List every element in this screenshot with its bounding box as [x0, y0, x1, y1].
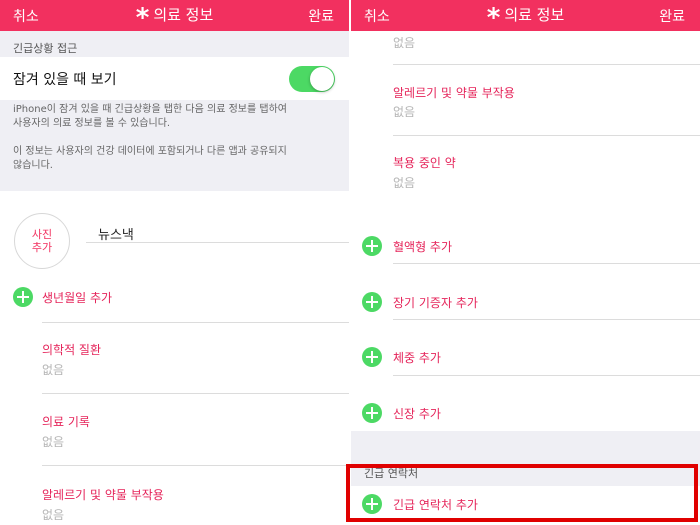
- show-when-locked-row[interactable]: 잠겨 있을 때 보기: [0, 57, 349, 100]
- nav-title: * 의료 정보: [351, 4, 700, 31]
- highlight-annotation-box: [346, 464, 698, 522]
- nav-title-text: 의료 정보: [153, 6, 214, 24]
- show-when-locked-label: 잠겨 있을 때 보기: [13, 72, 117, 88]
- privacy-description-line1: 이 정보는 사용자의 건강 데이터에 포함되거나 다른 앱과 공유되지: [13, 146, 287, 157]
- nav-title: * 의료 정보: [0, 4, 349, 31]
- name-field[interactable]: 뉴스낵: [98, 224, 134, 243]
- lock-description: iPhone이 잠겨 있을 때 긴급상황을 탭한 다음 의료 정보를 탭하여 사…: [13, 103, 343, 131]
- add-circle-icon[interactable]: [362, 236, 382, 256]
- privacy-description-line2: 않습니다.: [13, 160, 53, 171]
- add-height-button[interactable]: 신장 추가: [393, 405, 441, 422]
- nav-bar: 취소 * 의료 정보 완료: [351, 0, 700, 31]
- add-organ-donor-button[interactable]: 장기 기증자 추가: [393, 294, 478, 311]
- medical-star-icon: *: [486, 3, 501, 33]
- done-button[interactable]: 완료: [659, 6, 685, 26]
- add-photo-button[interactable]: 사진 추가: [14, 213, 70, 269]
- add-blood-type-button[interactable]: 혈액형 추가: [393, 238, 452, 255]
- lock-description-line1: iPhone이 잠겨 있을 때 긴급상황을 탭한 다음 의료 정보를 탭하여: [13, 104, 287, 115]
- medical-star-icon: *: [135, 3, 150, 33]
- divider: [393, 375, 700, 376]
- add-photo-line1: 사진: [31, 228, 53, 241]
- medical-conditions-value[interactable]: 없음: [42, 361, 64, 378]
- emergency-access-section: 긴급상황 접근 잠겨 있을 때 보기 iPhone이 잠겨 있을 때 긴급상황을…: [0, 31, 349, 191]
- show-when-locked-toggle[interactable]: [289, 66, 335, 92]
- right-screen: 취소 * 의료 정보 완료 없음 알레르기 및 약물 부작용 없음 복용 중인 약…: [351, 0, 700, 525]
- add-circle-icon[interactable]: [13, 287, 33, 307]
- divider: [393, 319, 700, 320]
- medical-notes-value[interactable]: 없음: [42, 433, 64, 450]
- medications-value[interactable]: 없음: [393, 174, 415, 191]
- lock-description-line2: 사용자의 의료 정보를 볼 수 있습니다.: [13, 118, 171, 129]
- add-birthday-button[interactable]: 생년월일 추가: [42, 289, 112, 306]
- allergies-label[interactable]: 알레르기 및 약물 부작용: [393, 84, 515, 101]
- add-weight-button[interactable]: 체중 추가: [393, 349, 441, 366]
- nav-bar: 취소 * 의료 정보 완료: [0, 0, 349, 31]
- done-button[interactable]: 완료: [308, 6, 334, 26]
- add-photo-line2: 추가: [31, 241, 53, 254]
- left-screen: 취소 * 의료 정보 완료 긴급상황 접근 잠겨 있을 때 보기 iPhone이 …: [0, 0, 349, 525]
- add-circle-icon[interactable]: [362, 403, 382, 423]
- divider: [393, 263, 700, 264]
- divider: [42, 322, 349, 323]
- previous-field-value[interactable]: 없음: [393, 34, 415, 51]
- name-underline: [86, 242, 349, 243]
- allergies-value[interactable]: 없음: [393, 103, 415, 120]
- divider: [393, 64, 700, 65]
- toggle-knob: [310, 67, 334, 91]
- medications-label[interactable]: 복용 중인 약: [393, 154, 456, 171]
- add-circle-icon[interactable]: [362, 292, 382, 312]
- privacy-description: 이 정보는 사용자의 건강 데이터에 포함되거나 다른 앱과 공유되지 않습니다…: [13, 145, 343, 173]
- medical-conditions-label[interactable]: 의학적 질환: [42, 341, 101, 358]
- medical-notes-label[interactable]: 의료 기록: [42, 413, 90, 430]
- divider: [42, 465, 349, 466]
- allergies-label[interactable]: 알레르기 및 약물 부작용: [42, 486, 164, 503]
- add-circle-icon[interactable]: [362, 347, 382, 367]
- divider: [42, 393, 349, 394]
- allergies-value[interactable]: 없음: [42, 506, 64, 523]
- emergency-access-header: 긴급상황 접근: [13, 42, 78, 55]
- nav-title-text: 의료 정보: [504, 6, 565, 24]
- divider: [393, 135, 700, 136]
